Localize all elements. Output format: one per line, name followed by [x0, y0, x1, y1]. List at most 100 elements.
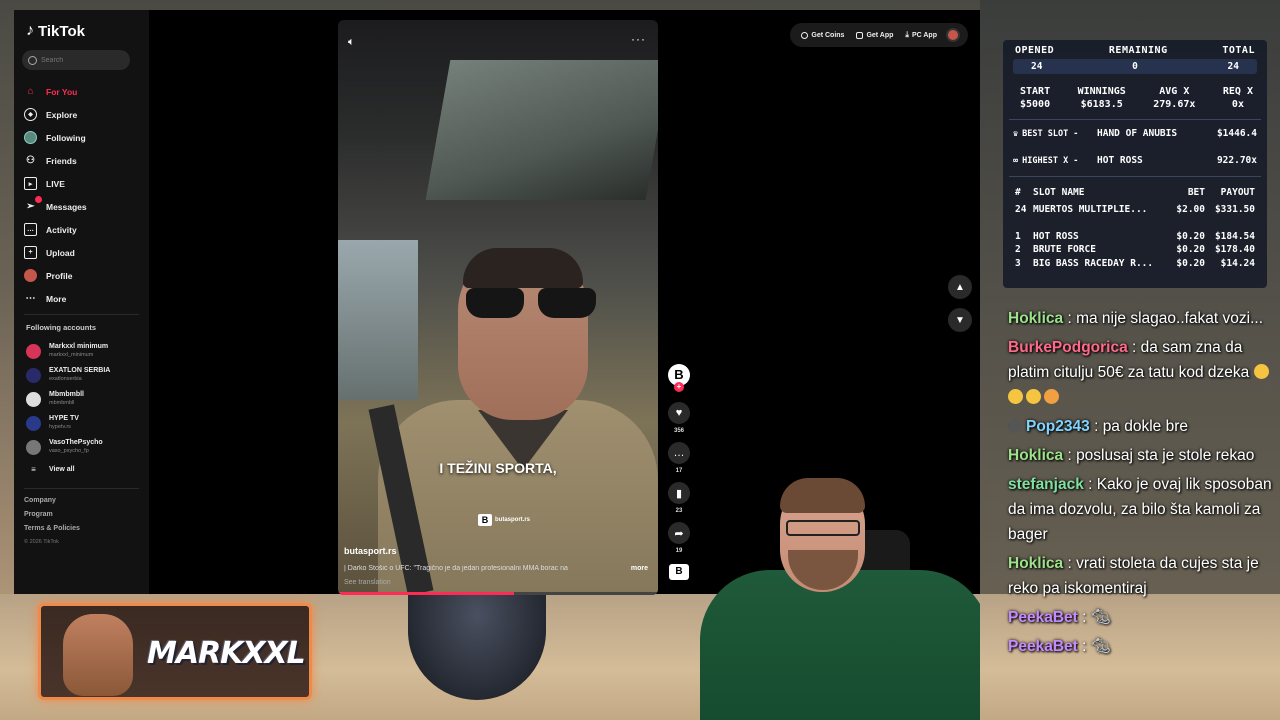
best-slot-value: $1446.4 — [1216, 128, 1257, 139]
footer-links: Company Program Terms & Policies © 2026 … — [24, 497, 80, 553]
following-account[interactable]: Markxxl minimum markxxl_minimum — [26, 339, 146, 363]
creator-avatar[interactable]: B + — [668, 364, 690, 392]
table-row: 1 HOT ROSS $0.20 $184.54 — [1003, 230, 1267, 244]
see-translation-link[interactable]: See translation — [344, 579, 391, 586]
chat-username[interactable]: Hoklica — [1008, 555, 1063, 572]
divider — [24, 488, 139, 489]
follow-plus-icon[interactable]: + — [674, 382, 684, 392]
following-account[interactable]: EXATLON SERBIA exatlonserbia — [26, 363, 146, 387]
stat-avg-x: AVG X 279.67x — [1153, 85, 1195, 111]
chat-username[interactable]: PeekaBet — [1008, 609, 1078, 626]
streamer-logo-banner: MARKXXL — [38, 603, 312, 700]
slot-name: BIG BASS RACEDAY R... — [1033, 257, 1154, 269]
webcam-glasses — [786, 520, 860, 536]
chat-username[interactable]: PeekaBet — [1008, 638, 1078, 655]
following-account[interactable]: HYPE TV hypetv.rs — [26, 411, 146, 435]
footer-link-company[interactable]: Company — [24, 497, 80, 511]
live-icon: ▸ — [24, 177, 37, 190]
col-bet: BET — [1187, 187, 1205, 198]
header-remaining: REMAINING — [1108, 45, 1168, 56]
video-description: | Darko Stošić o UFC: "Tragično je da je… — [344, 565, 568, 572]
user-badge-icon — [1008, 419, 1022, 433]
list-icon: ≡ — [31, 464, 36, 474]
button-label: Get Coins — [811, 31, 845, 39]
footer-link-terms[interactable]: Terms & Policies — [24, 525, 80, 539]
previous-video-button[interactable]: ▲ — [948, 275, 972, 299]
stat-winnings: WINNINGS $6183.5 — [1078, 85, 1126, 111]
messages-icon: ➢ — [24, 196, 42, 213]
more-options-icon[interactable]: ··· — [631, 32, 646, 46]
slot-num: 1 — [1015, 230, 1021, 242]
stat-value: 0x — [1231, 99, 1244, 110]
label-text: HIGHEST X - — [1022, 155, 1079, 166]
video-progress-fill — [338, 592, 514, 595]
account-avatar — [26, 343, 41, 359]
nav-activity[interactable]: … Activity — [24, 218, 144, 241]
chat-username[interactable]: stefanjack — [1008, 476, 1084, 493]
search-input[interactable] — [41, 56, 121, 64]
tiktok-sidebar: ♪ TikTok ⌂ For You ◆ Explore Following ⚇… — [14, 10, 149, 594]
nav-profile[interactable]: Profile — [24, 264, 144, 287]
nav-upload[interactable]: + Upload — [24, 241, 144, 264]
webcam-hair — [780, 478, 865, 513]
search-box[interactable] — [22, 50, 130, 70]
header-total: TOTAL — [1222, 45, 1255, 56]
slot-table-header: # SLOT NAME BET PAYOUT — [1003, 177, 1267, 198]
chat-message: PeekaBet : 🐀︎ — [1008, 609, 1111, 626]
chat-text: pa dokle bre — [1102, 418, 1188, 435]
user-avatar[interactable] — [946, 28, 960, 42]
slot-num: 24 — [1015, 204, 1027, 215]
col-num: # — [1015, 187, 1021, 198]
volume-icon[interactable]: 🔈︎ — [348, 36, 355, 49]
slot-payout: $331.50 — [1214, 204, 1255, 215]
col-slot-name: SLOT NAME — [1033, 187, 1085, 198]
coin-icon — [801, 31, 809, 39]
video-scene-hair — [463, 248, 583, 288]
emoji-icon — [1044, 389, 1059, 404]
following-account[interactable]: Mbmbmbll mbmbmbll — [26, 387, 146, 411]
view-all-link[interactable]: ≡ View all — [26, 459, 146, 479]
emote-icon: 🐀︎ — [1090, 609, 1111, 626]
following-accounts-title: Following accounts — [26, 323, 97, 332]
get-coins-button[interactable]: Get Coins — [798, 31, 847, 39]
nav-explore[interactable]: ◆ Explore — [24, 103, 144, 126]
home-icon: ⌂ — [27, 86, 34, 97]
divider — [24, 314, 139, 315]
comment-button[interactable]: … — [668, 442, 690, 464]
watermark-logo-icon: B — [478, 514, 492, 526]
nav-label: Upload — [46, 247, 75, 258]
chat-message: Pop2343 : pa dokle bre — [1003, 414, 1275, 439]
nav-live[interactable]: ▸ LIVE — [24, 172, 144, 195]
stat-label: WINNINGS — [1077, 86, 1126, 97]
video-author[interactable]: butasport.rs — [344, 546, 397, 556]
nav-friends[interactable]: ⚇ Friends — [24, 149, 144, 172]
chat-username[interactable]: BurkePodgorica — [1008, 339, 1128, 356]
following-account[interactable]: VasoThePsycho vaso_psycho_fp — [26, 435, 146, 459]
account-handle: vaso_psycho_fp — [49, 448, 89, 454]
nav-for-you[interactable]: ⌂ For You — [24, 80, 144, 103]
account-name: VasoThePsycho — [49, 439, 103, 446]
account-avatar — [26, 439, 41, 455]
current-slot-row: 24 MUERTOS MULTIPLIE... $2.00 $331.50 — [1003, 203, 1267, 217]
next-video-button[interactable]: ▼ — [948, 308, 972, 332]
like-button[interactable]: ♥ — [668, 402, 690, 424]
tiktok-logo[interactable]: ♪ TikTok — [26, 22, 85, 40]
opened-values: 24 0 24 — [1013, 59, 1257, 74]
nav-messages[interactable]: ➢ Messages — [24, 195, 144, 218]
get-app-button[interactable]: Get App — [853, 31, 896, 39]
chat-username[interactable]: Hoklica — [1008, 310, 1063, 327]
compass-icon: ◆ — [24, 108, 37, 121]
footer-link-program[interactable]: Program — [24, 511, 80, 525]
chat-username[interactable]: Pop2343 — [1026, 418, 1090, 435]
nav-more[interactable]: ⋯ More — [24, 287, 144, 310]
chat-text: ma nije slagao..fakat vozi... — [1076, 310, 1264, 327]
watermark-text: butasport.rs — [495, 517, 531, 523]
chat-username[interactable]: Hoklica — [1008, 447, 1063, 464]
stat-req-x: REQ X 0x — [1223, 85, 1253, 111]
value-opened: 24 — [1031, 61, 1043, 72]
table-row: 2 BRUTE FORCE $0.20 $178.40 — [1003, 243, 1267, 257]
pc-app-button[interactable]: ⤓ PC App — [902, 30, 940, 40]
account-avatar — [26, 415, 41, 431]
best-slot-row: ♛ BEST SLOT - HAND OF ANUBIS $1446.4 — [1003, 120, 1267, 147]
nav-following[interactable]: Following — [24, 126, 144, 149]
